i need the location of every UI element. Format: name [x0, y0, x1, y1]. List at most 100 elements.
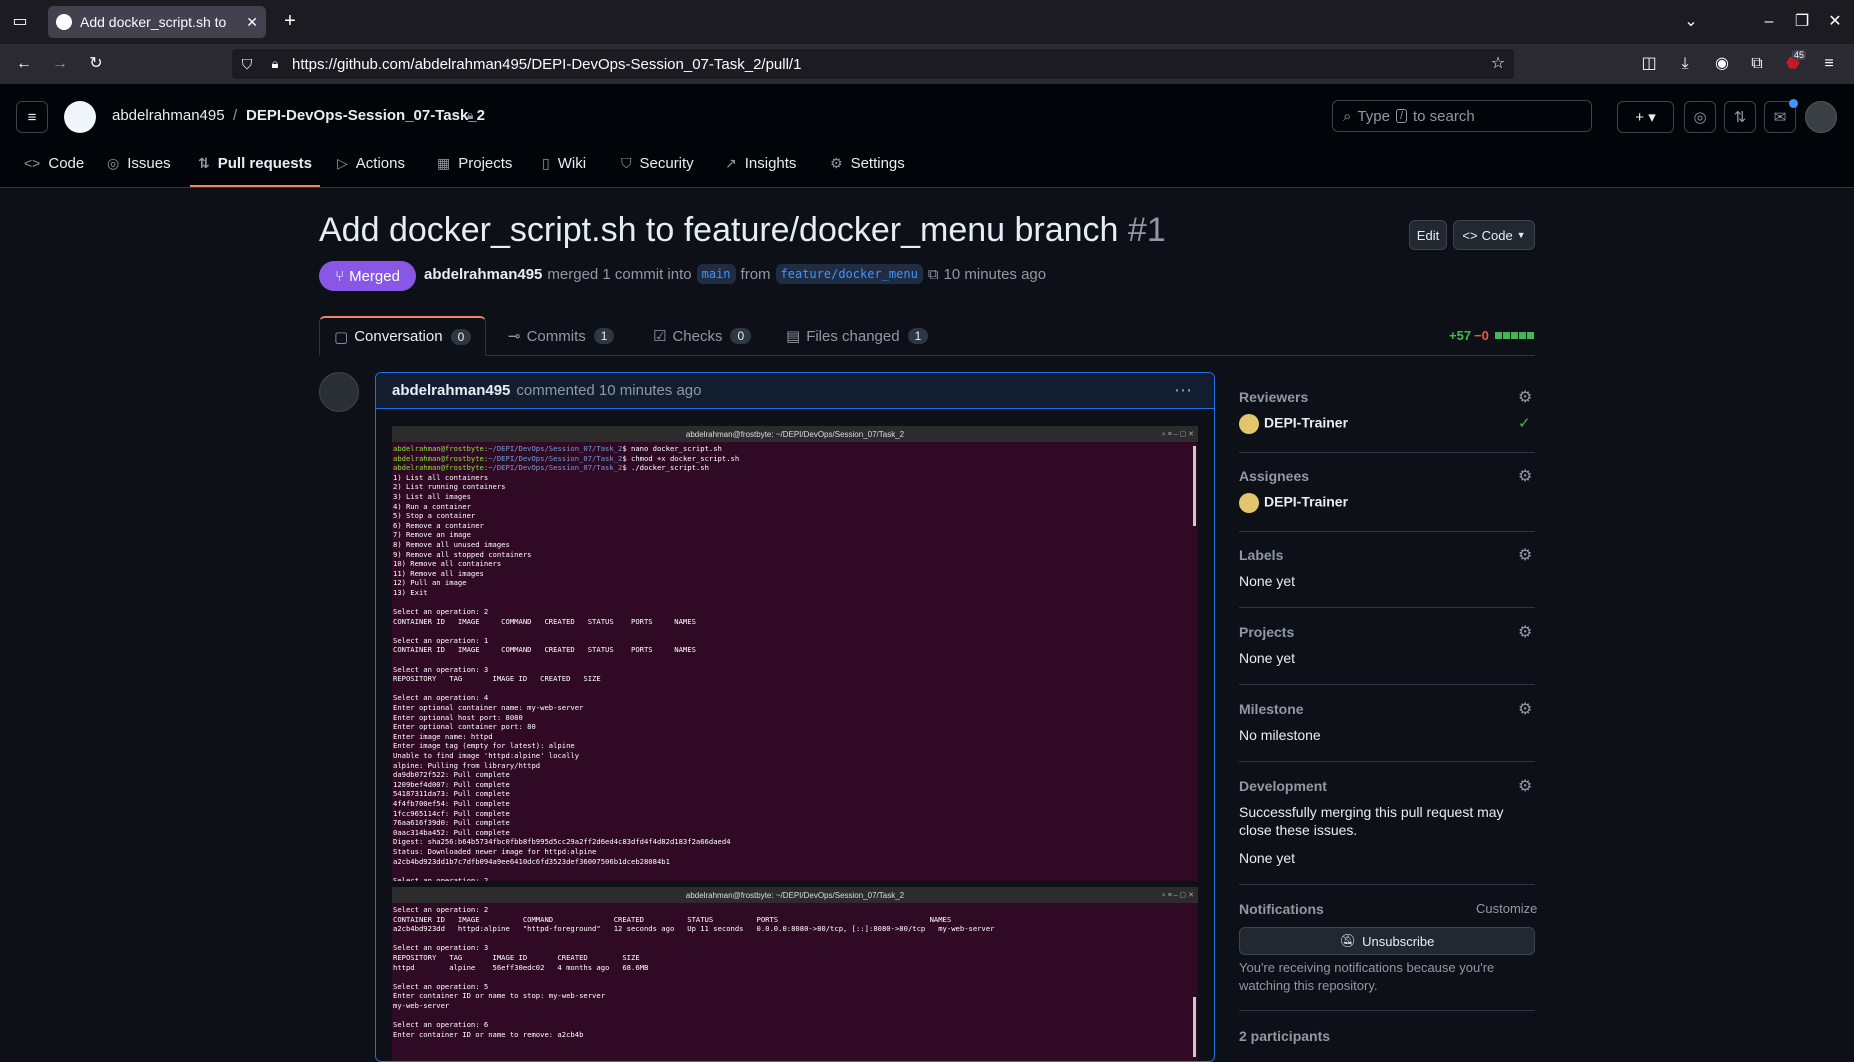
code-dropdown-button[interactable]: <> Code ▼	[1453, 220, 1535, 250]
sidebar-divider	[1239, 884, 1535, 885]
tab-title: Add docker_script.sh to	[80, 14, 227, 30]
search-slash-key: /	[1395, 109, 1407, 123]
development-text: Successfully merging this pull request m…	[1239, 804, 1504, 838]
tab-list-icon[interactable]: ▭	[9, 12, 31, 32]
terminal-output-2: Select an operation: 2 CONTAINER ID IMAG…	[393, 905, 995, 1039]
bookmark-star-icon[interactable]: ☆	[1487, 54, 1509, 74]
tab-projects[interactable]: ▦ Projects	[437, 152, 512, 174]
back-icon[interactable]: ←	[13, 54, 35, 74]
assignee-name: DEPI-Trainer	[1264, 493, 1349, 510]
tab-checks[interactable]: ☑ Checks 0	[653, 316, 752, 356]
tab-issues[interactable]: ◎ Issues	[107, 152, 171, 174]
github-logo-icon[interactable]	[64, 101, 96, 133]
chevron-down-icon: ▼	[1516, 230, 1526, 240]
tab-commits[interactable]: ⊸ Commits 1	[508, 316, 615, 356]
diffstat: +57 −0	[1449, 328, 1534, 343]
close-window-icon[interactable]: ✕	[1824, 12, 1846, 32]
create-new-button[interactable]: + ▾	[1617, 101, 1674, 133]
tab-settings[interactable]: ⚙ Settings	[830, 152, 905, 174]
copy-icon[interactable]: ⧉	[928, 266, 939, 283]
url-text[interactable]: https://github.com/abdelrahman495/DEPI-D…	[292, 56, 801, 73]
sidebar-divider	[1239, 531, 1535, 532]
reload-icon[interactable]: ↻	[85, 54, 107, 74]
tab-pull-requests[interactable]: ⇅ Pull requests	[198, 152, 312, 174]
projects-gear-icon[interactable]: ⚙	[1518, 622, 1532, 642]
terminal-scrollbar[interactable]	[1193, 997, 1196, 1057]
pocket-icon[interactable]: ◫	[1638, 54, 1660, 74]
tab-security[interactable]: ⛉ Security	[621, 152, 694, 174]
app-menu-icon[interactable]: ≡	[1818, 54, 1840, 74]
merged-text: merged 1 commit into	[547, 265, 692, 283]
browser-tab[interactable]: Add docker_script.sh to ✕	[48, 6, 266, 38]
reviewers-heading[interactable]: Reviewers	[1239, 389, 1308, 405]
assignee-item[interactable]: DEPI-Trainer	[1239, 493, 1348, 513]
development-value: None yet	[1239, 850, 1296, 866]
assignees-heading[interactable]: Assignees	[1239, 468, 1309, 484]
unsubscribe-button[interactable]: 🔕︎ Unsubscribe	[1239, 927, 1535, 955]
comment-author-link[interactable]: abdelrahman495	[392, 382, 510, 399]
tab-projects-label: Projects	[458, 154, 513, 172]
tab-insights[interactable]: ↗ Insights	[725, 152, 796, 174]
notification-dot-icon	[1789, 99, 1798, 108]
minimize-window-icon[interactable]: –	[1758, 12, 1780, 32]
tracking-shield-icon[interactable]: ⛉	[236, 54, 258, 74]
hamburger-menu-button[interactable]: ≡	[16, 101, 48, 133]
kebab-menu-icon[interactable]: ⋯	[1174, 380, 1194, 401]
close-tab-icon[interactable]: ✕	[246, 14, 258, 31]
development-heading[interactable]: Development	[1239, 778, 1327, 794]
terminal-scrollbar[interactable]	[1193, 446, 1196, 526]
tab-files-changed[interactable]: ▤ Files changed 1	[786, 316, 929, 356]
issues-icon[interactable]: ◎	[1684, 101, 1716, 133]
tab-code[interactable]: <> Code	[24, 152, 84, 174]
pull-requests-icon[interactable]: ⇅	[1724, 101, 1756, 133]
comment-box: abdelrahman495 commented 10 minutes ago …	[375, 372, 1215, 1062]
terminal-title: abdelrahman@frostbyte: ~/DEPI/DevOps/Ses…	[685, 429, 905, 439]
labels-heading[interactable]: Labels	[1239, 547, 1283, 563]
terminal-titlebar: abdelrahman@frostbyte: ~/DEPI/DevOps/Ses…	[392, 426, 1198, 442]
participants-heading: 2 participants	[1239, 1028, 1331, 1044]
insights-graph-icon: ↗	[725, 154, 737, 171]
reviewers-gear-icon[interactable]: ⚙	[1518, 387, 1532, 407]
labels-gear-icon[interactable]: ⚙	[1518, 545, 1532, 565]
tab-actions[interactable]: ▷ Actions	[337, 152, 405, 174]
terminal-title: abdelrahman@frostbyte: ~/DEPI/DevOps/Ses…	[685, 890, 905, 900]
head-branch[interactable]: feature/docker_menu	[775, 264, 923, 284]
edit-button[interactable]: Edit	[1409, 220, 1447, 250]
repo-owner-link[interactable]: abdelrahman495	[112, 107, 225, 124]
notifications-reason: You're receiving notifications because y…	[1239, 960, 1495, 993]
tab-wiki[interactable]: ▯ Wiki	[542, 152, 586, 174]
terminal-window-controls-icon: ⌕ ≡ – ▢ ✕	[1161, 891, 1194, 899]
assignees-gear-icon[interactable]: ⚙	[1518, 466, 1532, 486]
tab-actions-label: Actions	[355, 154, 405, 172]
new-tab-icon[interactable]: +	[279, 11, 301, 31]
reviewer-item[interactable]: DEPI-Trainer	[1239, 414, 1348, 434]
restore-window-icon[interactable]: ❐	[1791, 12, 1813, 32]
milestone-heading[interactable]: Milestone	[1239, 701, 1304, 717]
user-avatar[interactable]	[1805, 101, 1837, 133]
downloads-icon[interactable]: ⤓	[1674, 54, 1696, 74]
account-icon[interactable]: ◉	[1711, 54, 1733, 74]
tab-conversation-label: Conversation	[354, 328, 443, 345]
extensions-icon[interactable]: ⧉	[1746, 54, 1768, 74]
projects-heading[interactable]: Projects	[1239, 624, 1294, 640]
customize-link[interactable]: Customize	[1476, 901, 1537, 916]
url-bar[interactable]: https://github.com/abdelrahman495/DEPI-D…	[232, 49, 1514, 79]
bell-slash-icon: 🔕︎	[1339, 933, 1357, 948]
forward-icon[interactable]: →	[49, 54, 71, 74]
search-input[interactable]: ⌕ Type / to search	[1332, 100, 1592, 132]
base-branch[interactable]: main	[696, 264, 736, 284]
tab-code-label: Code	[48, 154, 85, 172]
milestone-gear-icon[interactable]: ⚙	[1518, 699, 1532, 719]
sidebar-divider	[1239, 761, 1535, 762]
comment-author-avatar[interactable]	[319, 372, 359, 412]
development-gear-icon[interactable]: ⚙	[1518, 776, 1532, 796]
terminal-window-controls-icon: ⌕ ≡ – ▢ ✕	[1161, 430, 1194, 438]
terminal-screenshot-1: abdelrahman@frostbyte: ~/DEPI/DevOps/Ses…	[392, 426, 1198, 881]
repo-name-link[interactable]: DEPI-DevOps-Session_07-Task_2	[246, 107, 485, 124]
sidebar-divider	[1239, 1010, 1535, 1011]
terminal-output-1: abdelrahman@frostbyte:~/DEPI/DevOps/Sess…	[392, 442, 1198, 881]
pr-author-link[interactable]: abdelrahman495	[424, 266, 542, 283]
tab-conversation[interactable]: ▢ Conversation 0	[319, 316, 487, 356]
tab-overflow-chevron-icon[interactable]: ⌄	[1680, 12, 1702, 32]
search-placeholder-post: to search	[1413, 107, 1475, 125]
